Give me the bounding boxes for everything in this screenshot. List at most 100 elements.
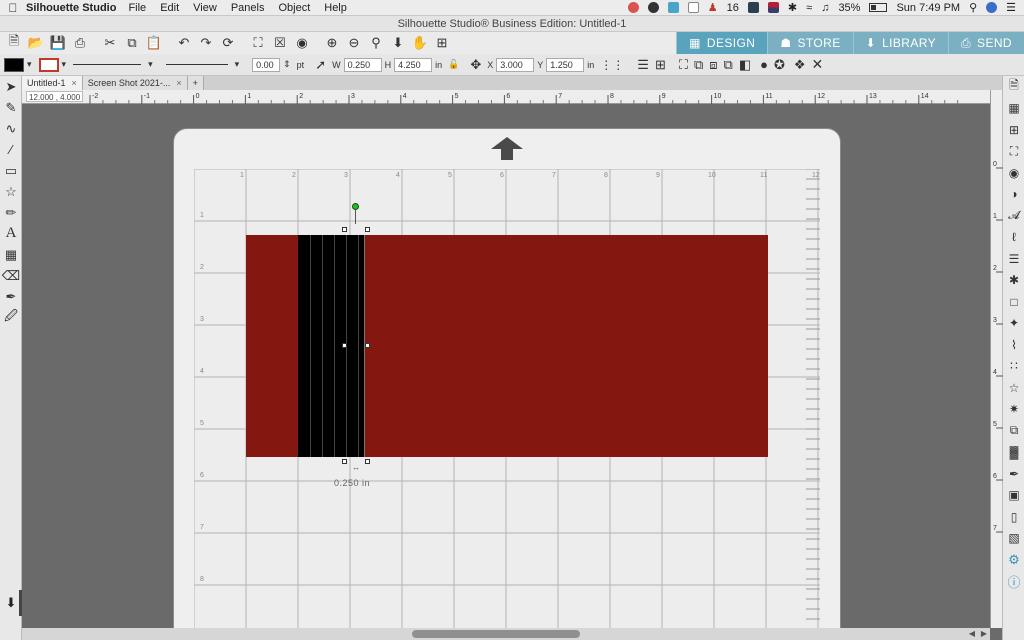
selection-handle[interactable]: [342, 227, 347, 232]
select-by-color-icon[interactable]: ◉: [292, 34, 312, 52]
menu-view[interactable]: View: [193, 2, 217, 14]
knife-panel-icon[interactable]: ✒: [1003, 463, 1024, 485]
move-down-icon[interactable]: ⬇: [388, 34, 408, 52]
close-tab-icon[interactable]: ×: [72, 78, 77, 88]
wifi-icon[interactable]: ≈: [806, 2, 812, 14]
modify-icon[interactable]: ✷: [1003, 399, 1024, 421]
eyedropper-icon[interactable]: 🖉: [0, 307, 22, 328]
volume-icon[interactable]: ♫: [821, 2, 829, 14]
fill-panel-icon[interactable]: ◉: [1003, 162, 1024, 184]
transform-icon[interactable]: ⛶: [679, 57, 688, 73]
rectangle-icon[interactable]: ▭: [0, 160, 22, 181]
position-grid-icon[interactable]: ⋮⋮: [600, 58, 624, 72]
rotate-icon[interactable]: ⟳: [218, 34, 238, 52]
line-icon[interactable]: ∕: [0, 139, 22, 160]
spotlight-icon[interactable]: ⚲: [969, 1, 977, 14]
tab-store[interactable]: ☗ STORE: [767, 32, 853, 54]
select-arrow-icon[interactable]: ➤: [0, 76, 22, 97]
flag-icon[interactable]: [767, 2, 779, 13]
line-tool-icon[interactable]: ➚: [315, 57, 326, 73]
selection-handle[interactable]: [342, 459, 347, 464]
menu-file[interactable]: File: [128, 2, 146, 14]
undo-icon[interactable]: ↶: [174, 34, 194, 52]
knife-icon[interactable]: ∿: [0, 118, 22, 139]
sketch-icon[interactable]: ⌇: [1003, 334, 1024, 356]
stepper-icon[interactable]: ⇕: [283, 59, 291, 70]
horizontal-scrollbar[interactable]: ◀ ▶: [22, 628, 990, 640]
height-input[interactable]: 4.250: [394, 57, 433, 72]
weld-icon[interactable]: ●: [760, 57, 768, 72]
menu-edit[interactable]: Edit: [160, 2, 179, 14]
redo-icon[interactable]: ↷: [196, 34, 216, 52]
apple-icon[interactable]: : [0, 1, 26, 15]
new-file-icon[interactable]: 🗎: [4, 33, 24, 52]
book-icon[interactable]: ▧: [1003, 528, 1024, 550]
layers-icon[interactable]: ⧉: [1003, 420, 1024, 442]
settings-icon[interactable]: ⚙: [1003, 549, 1024, 571]
doc-tab-untitled-1[interactable]: Untitled-1 ×: [22, 76, 83, 90]
polygon-star-icon[interactable]: ☆: [0, 181, 22, 202]
close-icon[interactable]: ✕: [812, 56, 824, 73]
open-folder-icon[interactable]: 📂: [26, 34, 46, 52]
lock-aspect-icon[interactable]: 🔓: [448, 59, 459, 70]
ungroup-icon[interactable]: ⧉: [724, 57, 733, 73]
fill-dropdown-icon[interactable]: ▾: [27, 59, 32, 70]
copy-icon[interactable]: ⧉: [122, 34, 142, 52]
selection-handle[interactable]: [365, 459, 370, 464]
fit-page-icon[interactable]: ⊞: [432, 34, 452, 52]
text-panel-icon[interactable]: 𝓐: [1003, 205, 1024, 227]
calendar-icon[interactable]: [687, 2, 699, 13]
sync-icon[interactable]: [647, 2, 659, 13]
text-style-icon[interactable]: ℓ: [1003, 227, 1024, 249]
cut-icon[interactable]: ✂: [100, 34, 120, 52]
scroll-left-icon[interactable]: ◀: [966, 628, 978, 640]
clock[interactable]: Sun 7:49 PM: [896, 2, 960, 14]
user-icon[interactable]: ♟: [708, 1, 718, 14]
arrange-icon[interactable]: ◧: [739, 57, 751, 73]
selection-handle[interactable]: [365, 343, 370, 348]
group-icon[interactable]: ⧈: [709, 57, 717, 73]
x-input[interactable]: 3.000: [496, 57, 535, 72]
add-tab-button[interactable]: +: [187, 76, 204, 90]
siri-icon[interactable]: [986, 2, 998, 13]
black-strip-shape[interactable]: [298, 235, 365, 457]
fill-icon[interactable]: ▦: [0, 244, 22, 265]
zoom-out-icon[interactable]: ⊖: [344, 34, 364, 52]
menu-panels[interactable]: Panels: [231, 2, 265, 14]
line-width-dropdown-icon[interactable]: ▾: [235, 59, 240, 70]
help-icon[interactable]: ⓘ: [1003, 571, 1024, 593]
center-icon[interactable]: ⊞: [655, 57, 666, 73]
menu-object[interactable]: Object: [278, 2, 310, 14]
tab-design[interactable]: ▦ DESIGN: [676, 32, 768, 54]
photo-icon[interactable]: [667, 2, 679, 13]
line-color-dropdown-icon[interactable]: ▾: [62, 59, 67, 70]
bluetooth-icon[interactable]: ✱: [788, 1, 797, 14]
pixscan-icon[interactable]: ▦: [1003, 98, 1024, 120]
save-icon[interactable]: 💾: [48, 34, 68, 52]
line-style-select[interactable]: [73, 64, 142, 65]
edit-points-icon[interactable]: ✎: [0, 97, 22, 118]
align-panel-icon[interactable]: ☰: [1003, 248, 1024, 270]
mail-icon[interactable]: [747, 2, 759, 13]
line-color-swatch[interactable]: [38, 57, 59, 72]
paste-icon[interactable]: 📋: [144, 34, 164, 52]
warp-icon[interactable]: ▯: [1003, 506, 1024, 528]
battery-icon[interactable]: [869, 3, 888, 12]
offset-icon[interactable]: □: [1003, 291, 1024, 313]
selection-handle[interactable]: [342, 343, 347, 348]
select-all-icon[interactable]: ⛶: [248, 34, 268, 52]
scroll-right-icon[interactable]: ▶: [978, 628, 990, 640]
close-tab-icon[interactable]: ×: [176, 78, 181, 88]
duplicate-icon[interactable]: ⧉: [694, 57, 703, 73]
pattern-icon[interactable]: ▓: [1003, 442, 1024, 464]
print-icon[interactable]: ⎙: [70, 34, 90, 52]
3d-icon[interactable]: ❖: [794, 57, 806, 73]
gradient-icon[interactable]: ◑: [1003, 184, 1024, 206]
width-input[interactable]: 0.250: [343, 57, 382, 72]
tab-send[interactable]: ⎙ SEND: [948, 32, 1024, 54]
fill-color-swatch[interactable]: [4, 57, 24, 72]
rotate-handle[interactable]: [352, 203, 359, 210]
line-width-select[interactable]: [165, 64, 228, 65]
transform-panel-icon[interactable]: ⛶: [1003, 141, 1024, 163]
zoom-box-icon[interactable]: ⚲: [366, 34, 386, 52]
